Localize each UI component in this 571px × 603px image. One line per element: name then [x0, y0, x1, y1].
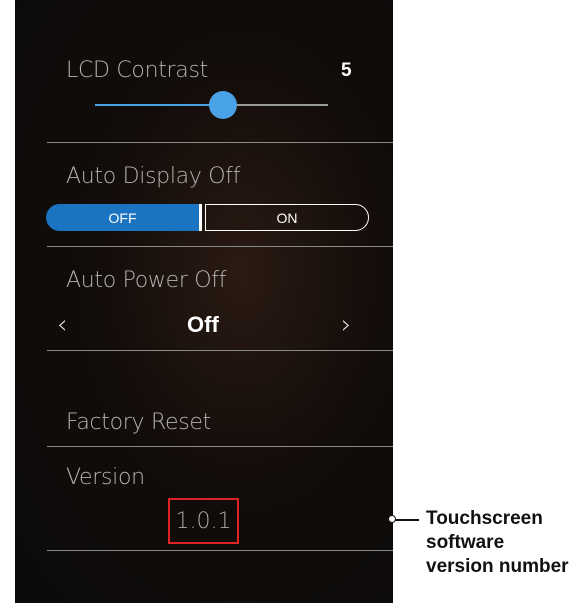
divider [47, 142, 393, 143]
settings-screen: LCD Contrast 5 Auto Display Off OFF ON A… [15, 0, 393, 603]
lcd-contrast-value: 5 [341, 60, 352, 81]
divider [47, 246, 393, 247]
divider [47, 550, 393, 551]
version-label: Version [66, 465, 145, 490]
callout-dot [388, 515, 396, 523]
slider-fill [95, 104, 224, 106]
auto-display-off-toggle[interactable]: OFF ON [46, 204, 369, 231]
chevron-right-icon[interactable]: › [341, 310, 351, 340]
factory-reset-item[interactable]: Factory Reset [66, 410, 211, 435]
divider [47, 350, 393, 351]
lcd-contrast-slider[interactable] [95, 91, 328, 119]
version-highlight: 1.0.1 [168, 498, 239, 544]
slider-thumb[interactable] [209, 91, 238, 119]
version-value: 1.0.1 [175, 508, 232, 534]
lcd-contrast-label: LCD Contrast [66, 58, 208, 83]
callout-text: Touchscreen software version number [426, 508, 569, 577]
toggle-off-option[interactable]: OFF [46, 204, 202, 231]
toggle-on-option[interactable]: ON [205, 204, 369, 231]
auto-power-off-label: Auto Power Off [66, 268, 227, 293]
auto-power-off-value: Off [187, 312, 219, 337]
callout-line [393, 519, 419, 521]
divider [47, 446, 393, 447]
chevron-left-icon[interactable]: ‹ [57, 310, 67, 340]
auto-display-off-label: Auto Display Off [66, 164, 241, 189]
